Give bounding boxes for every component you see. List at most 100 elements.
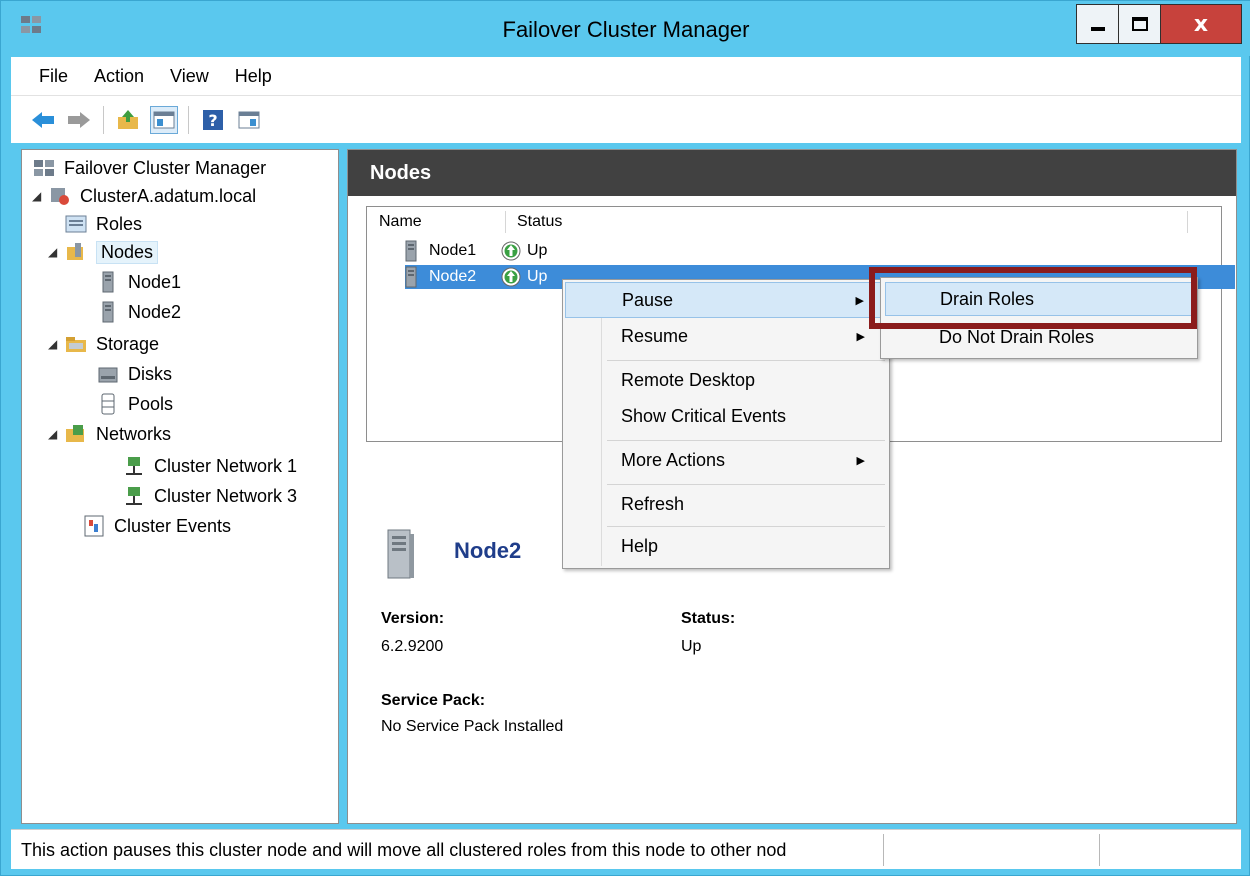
tree-label: Node1 xyxy=(128,271,182,292)
menu-separator xyxy=(607,360,885,361)
server-icon xyxy=(405,240,417,262)
annotation-highlight-box xyxy=(869,267,1197,329)
svg-text:?: ? xyxy=(208,111,217,130)
help-button[interactable]: ? xyxy=(199,106,227,134)
console-tree-icon xyxy=(153,111,175,128)
tree-label: Roles xyxy=(96,213,143,234)
server-icon xyxy=(96,301,120,323)
menu-action[interactable]: Action xyxy=(94,66,144,87)
maximize-icon xyxy=(1131,17,1148,31)
disk-icon xyxy=(96,363,120,385)
console-tree: Failover Cluster Manager ◢ ClusterA.adat… xyxy=(21,149,339,824)
tree-item-events[interactable]: Cluster Events xyxy=(82,512,231,540)
row-name: Node2 xyxy=(429,268,477,285)
tree-item-storage[interactable]: ◢ Storage xyxy=(48,330,159,358)
row-name: Node1 xyxy=(429,242,477,259)
tree-item-cluster[interactable]: ◢ ClusterA.adatum.local xyxy=(32,182,256,210)
toolbar-separator xyxy=(103,105,104,134)
menu-separator xyxy=(607,440,885,441)
status-text: Up xyxy=(527,268,548,285)
action-pane-icon xyxy=(238,111,260,128)
tree-item-node1[interactable]: Node1 xyxy=(96,268,181,296)
menu-separator xyxy=(607,526,885,527)
status-up-icon xyxy=(501,241,521,261)
expand-triangle-icon[interactable]: ◢ xyxy=(48,337,64,351)
cluster-manager-icon xyxy=(32,157,56,179)
status-label: Status: xyxy=(681,610,736,627)
tree-label: Cluster Network 1 xyxy=(154,455,298,476)
submenu-arrow-icon: ▶ xyxy=(855,294,864,307)
menu-help[interactable]: Help xyxy=(235,66,272,87)
menu-item-resume[interactable]: Resume ▶ xyxy=(565,318,887,354)
expand-triangle-icon[interactable]: ◢ xyxy=(32,189,48,203)
show-hide-tree-button[interactable] xyxy=(150,105,178,134)
menu-view[interactable]: View xyxy=(170,66,209,87)
menu-item-label: Remote Desktop xyxy=(621,369,756,390)
tree-item-disks[interactable]: Disks xyxy=(96,360,172,388)
menu-item-show-critical-events[interactable]: Show Critical Events xyxy=(565,398,887,434)
menu-item-label: Show Critical Events xyxy=(621,405,787,426)
server-icon xyxy=(405,266,417,288)
tree-item-node2[interactable]: Node2 xyxy=(96,298,181,326)
menu-item-remote-desktop[interactable]: Remote Desktop xyxy=(565,362,887,398)
column-divider[interactable] xyxy=(1187,211,1188,233)
status-message: This action pauses this cluster node and… xyxy=(21,840,787,860)
menu-item-pause[interactable]: Pause ▶ xyxy=(565,282,887,318)
tree-label: Disks xyxy=(128,363,172,384)
tree-label: Cluster Events xyxy=(114,515,232,536)
up-folder-button[interactable] xyxy=(114,106,142,134)
window-title: Failover Cluster Manager xyxy=(502,17,750,42)
forward-arrow-icon xyxy=(68,111,90,128)
tree-label: Failover Cluster Manager xyxy=(64,157,267,178)
version-value: 6.2.9200 xyxy=(381,638,444,655)
submenu-arrow-icon: ▶ xyxy=(856,330,865,343)
minimize-button[interactable] xyxy=(1076,4,1119,44)
submenu-arrow-icon: ▶ xyxy=(856,454,865,467)
events-icon xyxy=(82,515,106,537)
menu-item-help[interactable]: Help xyxy=(565,528,887,564)
close-button[interactable]: x xyxy=(1160,4,1242,44)
expand-triangle-icon[interactable]: ◢ xyxy=(48,245,64,259)
pane-header: Nodes xyxy=(348,150,1236,196)
tree-label: Networks xyxy=(96,423,172,444)
pool-icon xyxy=(96,393,120,415)
menu-item-more-actions[interactable]: More Actions ▶ xyxy=(565,442,887,478)
maximize-button[interactable] xyxy=(1118,4,1161,44)
roles-icon xyxy=(64,213,88,235)
menu-item-label: Help xyxy=(621,535,659,556)
menu-bar: File Action View Help xyxy=(11,57,1241,95)
menu-item-label: Refresh xyxy=(621,493,685,514)
tree-item-nodes[interactable]: ◢ Nodes xyxy=(48,238,159,266)
tree-item-roles[interactable]: Roles xyxy=(64,210,142,238)
service-pack-label: Service Pack: xyxy=(381,692,486,709)
title-bar[interactable]: Failover Cluster Manager x xyxy=(1,1,1250,56)
service-pack-value: No Service Pack Installed xyxy=(381,718,564,735)
tree-label: Cluster Network 3 xyxy=(154,485,298,506)
menu-item-refresh[interactable]: Refresh xyxy=(565,486,887,522)
tree-item-networks[interactable]: ◢ Networks xyxy=(48,420,171,448)
menu-file[interactable]: File xyxy=(39,66,68,87)
tree-item-pools[interactable]: Pools xyxy=(96,390,173,418)
tree-label: Node2 xyxy=(128,301,182,322)
tree-label: ClusterA.adatum.local xyxy=(80,185,257,206)
detail-node-name: Node2 xyxy=(454,538,522,563)
tree-item-network1[interactable]: Cluster Network 1 xyxy=(122,452,297,480)
expand-triangle-icon[interactable]: ◢ xyxy=(48,427,64,441)
nodes-icon xyxy=(64,241,88,263)
server-large-icon xyxy=(387,529,414,579)
up-folder-icon xyxy=(118,109,138,129)
tree-item-root[interactable]: Failover Cluster Manager xyxy=(32,154,266,182)
networks-icon xyxy=(64,423,88,445)
table-row[interactable]: Node1 Up xyxy=(405,239,547,263)
forward-button[interactable] xyxy=(65,106,93,134)
toolbar-separator xyxy=(188,105,189,134)
back-button[interactable] xyxy=(29,106,57,134)
show-action-pane-button[interactable] xyxy=(235,106,263,134)
status-divider xyxy=(1099,834,1100,866)
column-divider[interactable] xyxy=(505,211,506,233)
tree-item-network3[interactable]: Cluster Network 3 xyxy=(122,482,297,510)
context-menu: Pause ▶ Resume ▶ Remote Desktop Show Cri… xyxy=(562,279,890,569)
column-header-name[interactable]: Name xyxy=(379,213,422,231)
column-header-status[interactable]: Status xyxy=(517,213,562,231)
menu-item-label: Pause xyxy=(622,289,674,310)
